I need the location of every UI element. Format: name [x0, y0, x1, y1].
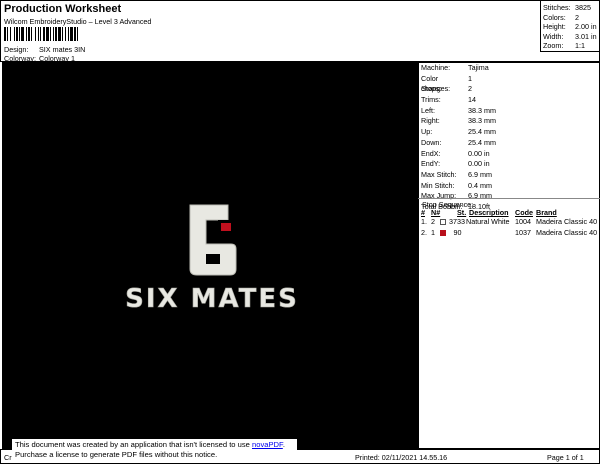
machine-info-row: Max Stitch: 6.9 mm [418, 170, 598, 181]
machine-info-row: Left: 38.3 mm [418, 106, 598, 117]
stop-sequence-table: # N# St. Description Code Brand 1. 2 373… [421, 208, 599, 238]
design-label: Design: [4, 45, 29, 54]
machine-info-row: Color changes: 1 [418, 73, 598, 94]
machine-info-row: Down: 25.4 mm [418, 138, 598, 149]
machine-info-row: Up: 25.4 mm [418, 127, 598, 138]
machine-info-label: Down: [421, 137, 442, 147]
machine-info-value: 25.4 mm [468, 137, 496, 147]
machine-info-value: 0.00 in [468, 148, 490, 158]
stop-row-1: 1. 2 3733 Natural White 1004 Madeira Cla… [421, 217, 598, 226]
summary-width: Width: 3.01 in [543, 31, 597, 41]
novapdf-link[interactable]: novaPDF [252, 440, 283, 449]
machine-info-label: Right: [421, 116, 440, 126]
machine-info-row: Trims: 14 [418, 95, 598, 106]
machine-info-label: Up: [421, 127, 433, 137]
machine-info-row: EndY: 0.00 in [418, 159, 598, 170]
divider [418, 198, 600, 199]
stop-row-2: 2. 1 90 1037 Madeira Classic 40 [421, 227, 598, 237]
color-swatch-icon [440, 219, 446, 226]
summary-stitches: Stitches: 3825 [543, 3, 591, 12]
machine-info-row: EndX: 0.00 in [418, 149, 598, 160]
summary-height: Height: 2.00 in [543, 22, 597, 32]
machine-info-list: Machine: Tajima Color changes: 1 Stops: 2 Trim… [418, 63, 598, 213]
logo-text: SIX MATES [125, 284, 299, 314]
machine-info-value: 14 [468, 95, 476, 105]
machine-info-row: Min Stitch: 0.4 mm [418, 181, 598, 192]
stop-sequence-header: # N# St. Description Code Brand [421, 208, 557, 217]
machine-info-value: Tajima [468, 63, 489, 72]
machine-info-value: 25.4 mm [468, 127, 496, 137]
machine-info-label: Machine: [421, 63, 451, 72]
machine-info-row: Right: 38.3 mm [418, 116, 598, 127]
summary-zoom: Zoom: 1:1 [543, 41, 585, 51]
barcode-icon [4, 27, 116, 41]
six-mates-logo: SIX MATES [125, 204, 299, 314]
page-title: Production Worksheet [4, 3, 122, 15]
machine-info-value: 38.3 mm [468, 116, 496, 126]
machine-info-label: Max Stitch: [421, 169, 457, 179]
software-subtitle: Wilcom EmbroideryStudio – Level 3 Advanc… [4, 17, 152, 26]
machine-info-value: 0.00 in [468, 159, 490, 169]
logo-numeral-six [189, 204, 237, 276]
machine-info-value: 1 [468, 73, 472, 83]
printed-timestamp: Printed: 02/11/2021 14.55.16 [355, 453, 448, 462]
color-swatch-icon [440, 229, 446, 236]
design-value: SIX mates 3IN [39, 45, 86, 54]
machine-info-value: 6.9 mm [468, 169, 492, 179]
machine-info-label: EndY: [421, 159, 441, 169]
machine-info-row: Machine: Tajima [418, 63, 598, 74]
machine-info-label: Min Stitch: [421, 180, 455, 190]
machine-info-label: Stops: [421, 84, 442, 94]
footer-left: Cr [4, 453, 12, 462]
machine-info-label: Color changes: [421, 73, 451, 94]
machine-info-label: Trims: [421, 95, 441, 105]
page-number: Page 1 of 1 [547, 453, 584, 462]
machine-info-label: Left: [421, 105, 435, 115]
machine-info-value: 0.4 mm [468, 180, 492, 190]
summary-box: Stitches: 3825 Colors: 2 Height: 2.00 in Wi… [543, 3, 599, 51]
license-notice: This document was created by an applicat… [12, 439, 297, 463]
machine-info-label: EndX: [421, 148, 441, 158]
design-preview: SIX MATES [2, 62, 418, 449]
machine-info-value: 2 [468, 84, 472, 94]
machine-info-value: 38.3 mm [468, 105, 496, 115]
machine-info-row: Stops: 2 [418, 84, 598, 95]
summary-colors: Colors: 2 [543, 12, 579, 22]
design-row: Design: SIX mates 3IN [4, 46, 85, 53]
